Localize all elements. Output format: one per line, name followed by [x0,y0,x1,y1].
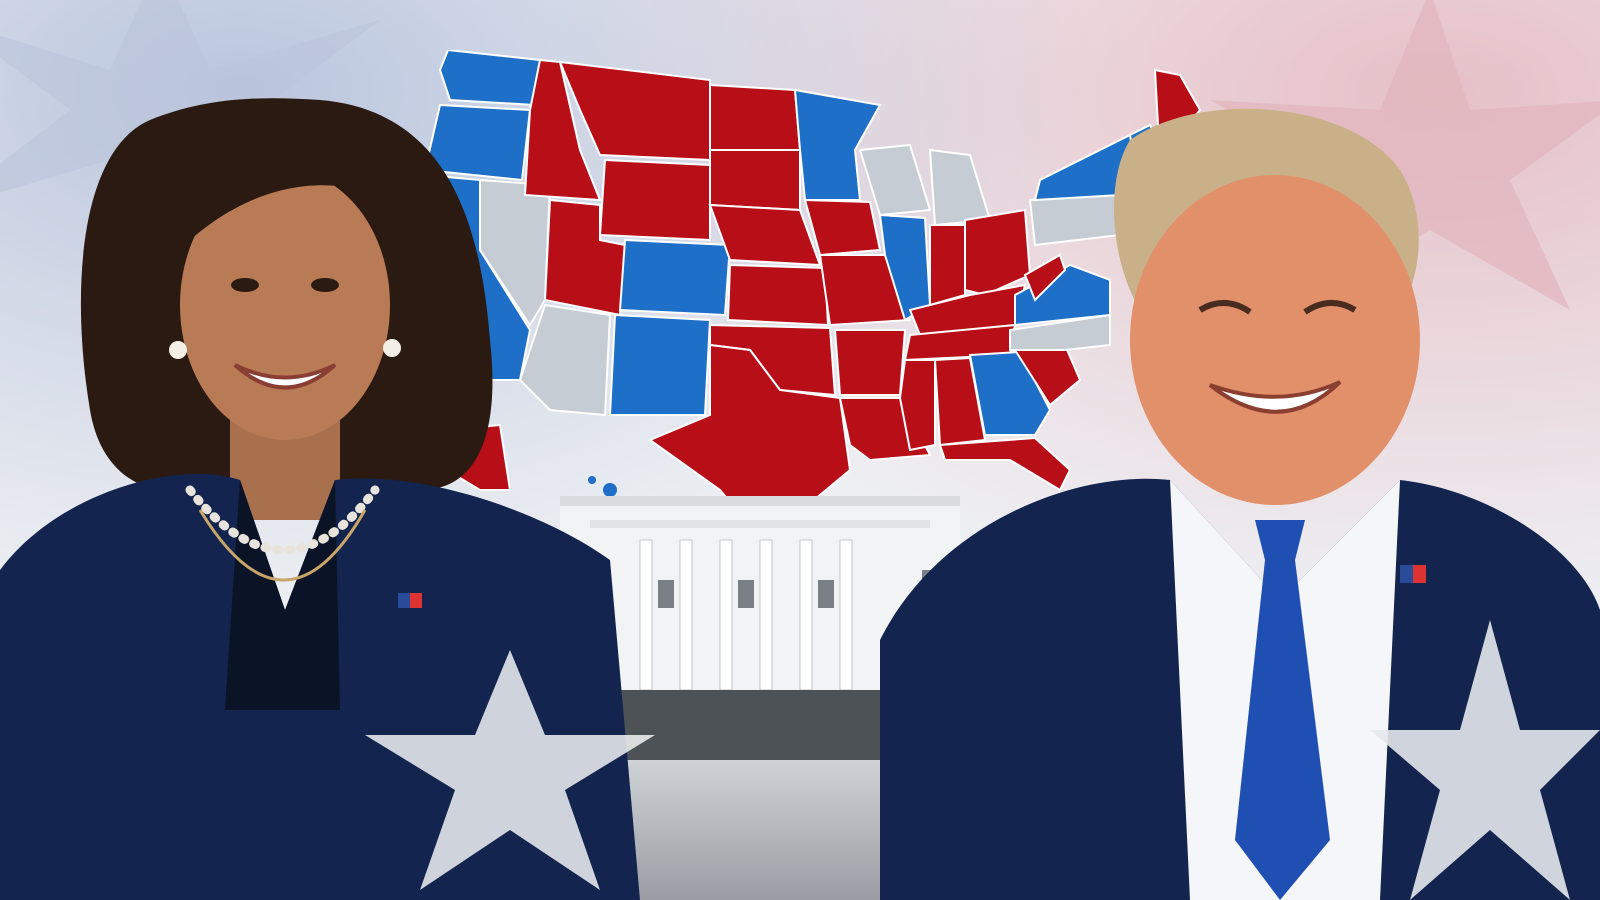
foreground-star-bottom-right-icon [1370,620,1600,900]
flag-pin-stripes [410,593,422,608]
foreground-star-bottom-left-icon [365,650,655,890]
face [1130,175,1420,505]
right-eye [311,278,339,292]
left-earring [169,341,187,359]
scene [0,0,1600,900]
white-house-balcony [590,520,930,528]
state-south-dakota [709,149,801,212]
state-north-dakota [709,83,802,151]
state-kansas [726,263,830,327]
left-eye [231,278,259,292]
right-earring [383,339,401,357]
state-minnesota [793,88,882,201]
flag-pin-stripes [1413,565,1426,583]
state-iowa [803,198,882,257]
